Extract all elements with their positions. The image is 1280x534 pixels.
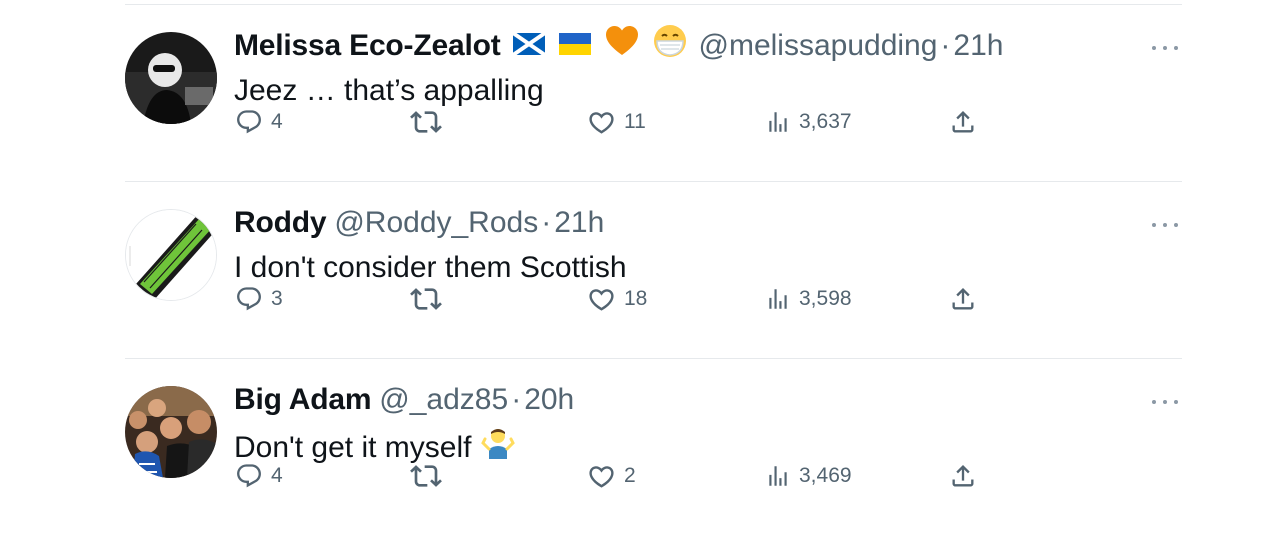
display-name[interactable]: Roddy (234, 203, 327, 243)
display-name[interactable]: Big Adam (234, 380, 371, 420)
share-button[interactable] (949, 281, 977, 317)
user-handle[interactable]: @melissapudding (699, 26, 938, 66)
tweet[interactable]: Big Adam @_adz85 · 20h Don't get it myse… (0, 358, 1280, 534)
reply-count: 3 (271, 287, 283, 310)
reply-button[interactable]: 3 (235, 281, 283, 317)
tweet[interactable]: Melissa Eco-Zealot @melissapudding · 21h… (0, 4, 1280, 180)
separator-dot: · (940, 29, 951, 62)
reply-count: 4 (271, 464, 283, 487)
views-button[interactable]: 3,598 (765, 281, 852, 317)
timestamp[interactable]: 20h (524, 380, 574, 420)
views-chart-icon (765, 109, 791, 135)
retweet-icon (410, 283, 442, 315)
ukraine-flag-icon (558, 26, 591, 66)
more-options-icon[interactable] (1152, 215, 1178, 235)
share-button[interactable] (949, 458, 977, 494)
tweet[interactable]: Roddy @Roddy_Rods · 21h I don't consider… (0, 181, 1280, 357)
views-chart-icon (765, 286, 791, 312)
timestamp[interactable]: 21h (554, 203, 604, 243)
display-name[interactable]: Melissa Eco-Zealot (234, 26, 501, 66)
retweet-button[interactable] (410, 281, 450, 317)
views-chart-icon (765, 463, 791, 489)
reply-button[interactable]: 4 (235, 458, 283, 494)
scotland-flag-icon (511, 26, 546, 66)
views-count: 3,637 (799, 110, 852, 133)
share-icon (949, 285, 977, 313)
heart-icon (587, 108, 616, 137)
heart-icon (587, 285, 616, 314)
user-handle[interactable]: @Roddy_Rods (334, 203, 538, 243)
profile-badges (511, 24, 687, 69)
timestamp[interactable]: 21h (953, 26, 1003, 66)
tweet-header: Melissa Eco-Zealot @melissapudding · 21h (234, 24, 1003, 69)
views-count: 3,598 (799, 287, 852, 310)
reply-count: 4 (271, 110, 283, 133)
reply-icon (235, 108, 263, 136)
action-bar: 4 11 3,637 (0, 104, 1280, 140)
user-handle[interactable]: @_adz85 (379, 380, 508, 420)
like-count: 11 (624, 110, 646, 133)
retweet-button[interactable] (410, 104, 450, 140)
like-button[interactable]: 11 (587, 104, 646, 140)
like-button[interactable]: 18 (587, 281, 647, 317)
separator-dot: · (541, 206, 552, 239)
like-button[interactable]: 2 (587, 458, 636, 494)
share-icon (949, 108, 977, 136)
tweet-header: Big Adam @_adz85 · 20h (234, 380, 574, 420)
views-button[interactable]: 3,637 (765, 104, 852, 140)
tweet-header: Roddy @Roddy_Rods · 21h (234, 203, 604, 243)
like-count: 18 (624, 287, 648, 310)
retweet-button[interactable] (410, 458, 450, 494)
orange-heart-icon (605, 25, 639, 68)
retweet-icon (410, 460, 442, 492)
more-options-icon[interactable] (1152, 38, 1178, 58)
views-count: 3,469 (799, 464, 852, 487)
reply-icon (235, 285, 263, 313)
action-bar: 3 18 3,598 (0, 281, 1280, 317)
share-icon (949, 462, 977, 490)
separator-dot: · (511, 383, 522, 416)
reply-button[interactable]: 4 (235, 104, 283, 140)
reply-icon (235, 462, 263, 490)
more-options-icon[interactable] (1152, 392, 1178, 412)
face-with-mask-icon (653, 24, 687, 69)
heart-icon (587, 462, 616, 491)
like-count: 2 (624, 464, 636, 487)
views-button[interactable]: 3,469 (765, 458, 852, 494)
action-bar: 4 2 3,469 (0, 458, 1280, 494)
retweet-icon (410, 106, 442, 138)
share-button[interactable] (949, 104, 977, 140)
